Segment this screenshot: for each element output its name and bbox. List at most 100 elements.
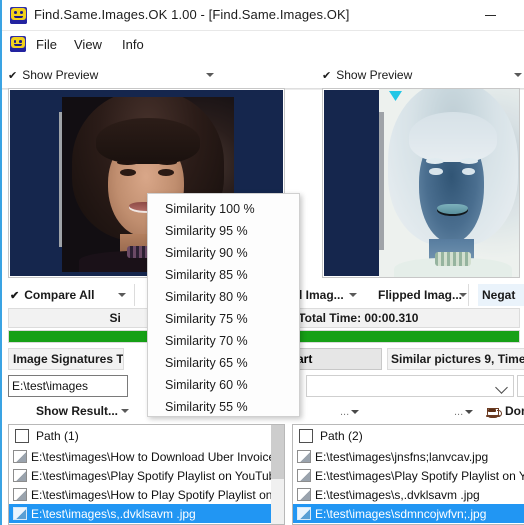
show-preview-right-button[interactable]: ✔ Show Preview xyxy=(322,64,522,86)
image-file-icon xyxy=(13,507,27,520)
similarity-menu-item[interactable]: Similarity 60 % xyxy=(148,374,299,396)
list-item[interactable]: E:\test\images\s,.dvklsavm .jpg xyxy=(9,504,284,523)
minimize-button[interactable] xyxy=(468,0,513,30)
chevron-down-icon[interactable] xyxy=(459,293,467,297)
chevron-down-icon[interactable] xyxy=(465,410,474,414)
similarity-menu-item[interactable]: Similarity 55 % xyxy=(148,396,299,418)
menu-item-file[interactable]: File xyxy=(29,35,64,54)
chevron-down-icon[interactable] xyxy=(349,293,357,297)
chevron-down-icon[interactable] xyxy=(206,73,214,77)
list-item-label: E:\test\images\Play Spotify Playlist on … xyxy=(31,468,284,483)
chevron-down-icon[interactable] xyxy=(118,293,126,297)
list-item[interactable]: E:\test\images\s,.dvklsavm .jpg xyxy=(293,485,524,504)
toolbar-divider xyxy=(134,284,135,306)
list-item-label: E:\test\images\sdmncojwfvn;.jpg xyxy=(315,506,487,521)
list-item[interactable]: E:\test\images\sdmncojwfvn;.jpg xyxy=(293,504,524,523)
preview-right-strip xyxy=(379,112,384,251)
image-file-icon xyxy=(297,469,311,482)
show-preview-left-button[interactable]: ✔ Show Preview xyxy=(8,64,214,86)
file-list-left[interactable]: Path (1) E:\test\images\How to Download … xyxy=(8,424,285,525)
similarity-menu-item[interactable]: Similarity 75 % xyxy=(148,308,299,330)
compare-all-button[interactable]: ✔ Compare All xyxy=(6,284,132,306)
show-result-label: Show Result... xyxy=(36,404,119,418)
similarity-menu-item[interactable]: Similarity 80 % xyxy=(148,286,299,308)
list-item-label: E:\test\images\How to Download Uber Invo… xyxy=(31,449,284,464)
checkmark-icon: ✔ xyxy=(322,69,332,82)
image-file-icon xyxy=(297,507,311,520)
donate-label: Dona xyxy=(505,404,524,418)
file-list-left-header[interactable]: Path (1) xyxy=(9,425,284,447)
dots-a-label: ... xyxy=(340,406,350,418)
chevron-down-icon[interactable] xyxy=(351,410,360,414)
scrollbar-thumb[interactable] xyxy=(271,425,284,479)
start-button[interactable]: art xyxy=(290,348,382,370)
file-list-right[interactable]: Path (2) E:\test\images\jnsfns;lanvcav.j… xyxy=(292,424,524,525)
similarity-menu-item[interactable]: Similarity 90 % xyxy=(148,242,299,264)
similarity-menu-item[interactable]: Similarity 70 % xyxy=(148,330,299,352)
title-bar: Find.Same.Images.OK 1.00 - [Find.Same.Im… xyxy=(2,0,524,31)
list-item-label: E:\test\images\How to Play Spotify Playl… xyxy=(31,487,284,502)
menu-bar: File View Info xyxy=(2,31,524,90)
image-file-icon xyxy=(13,469,27,482)
similarity-dropdown-menu[interactable]: Similarity 100 % Similarity 95 % Similarit… xyxy=(147,193,300,417)
minimize-icon xyxy=(485,14,496,16)
chevron-down-icon xyxy=(495,381,508,394)
file-list-right-header-label: Path (2) xyxy=(320,429,363,443)
menu-item-view[interactable]: View xyxy=(67,35,109,54)
rotated-images-label: d Imag... xyxy=(295,288,344,302)
similarity-menu-item[interactable]: Similarity 65 % xyxy=(148,352,299,374)
checkbox-icon[interactable] xyxy=(299,429,313,443)
result-combo-box[interactable] xyxy=(306,375,514,397)
negative-images-label: Negat xyxy=(482,288,516,302)
similarity-menu-item[interactable]: Similarity 95 % xyxy=(148,220,299,242)
status-text-left: Si xyxy=(109,311,121,325)
file-list-left-header-label: Path (1) xyxy=(36,429,79,443)
similarity-menu-item[interactable]: Similarity 100 % xyxy=(148,198,299,220)
chevron-down-icon[interactable] xyxy=(514,73,522,77)
list-item[interactable]: E:\test\images\jnsfns;lanvcav.jpg xyxy=(293,447,524,466)
list-item[interactable]: E:\test\images\How to Download Uber Invo… xyxy=(9,447,284,466)
checkmark-icon: ✔ xyxy=(8,69,18,82)
image-file-icon xyxy=(297,488,311,501)
window-title: Find.Same.Images.OK 1.00 - [Find.Same.Im… xyxy=(34,7,350,22)
checkbox-icon[interactable] xyxy=(15,429,29,443)
app-icon xyxy=(10,7,27,24)
checkmark-icon: ✔ xyxy=(10,289,20,302)
rotated-images-button[interactable]: d Imag... xyxy=(291,284,363,306)
options-dots-b[interactable]: ... xyxy=(454,406,474,418)
list-item[interactable]: E:\test\images\How to Play Spotify Playl… xyxy=(9,485,284,504)
list-item-label: E:\test\images\Play Spotify Playlist on … xyxy=(315,468,524,483)
menu-app-icon xyxy=(10,36,26,52)
combo-extra-button[interactable] xyxy=(517,375,524,397)
image-file-icon xyxy=(13,488,27,501)
maximize-button[interactable] xyxy=(513,0,524,30)
show-preview-left-label: Show Preview xyxy=(22,68,99,82)
list-item-label: E:\test\images\s,.dvklsavm .jpg xyxy=(31,506,196,521)
options-dots-a[interactable]: ... xyxy=(340,406,360,418)
image-signatures-total-label: Image Signatures Tot xyxy=(8,348,124,370)
list-item-label: E:\test\images\s,.dvklsavm .jpg xyxy=(315,487,480,502)
image-file-icon xyxy=(297,450,311,463)
application-window: Find.Same.Images.OK 1.00 - [Find.Same.Im… xyxy=(0,0,524,525)
dots-b-label: ... xyxy=(454,406,464,418)
show-result-button[interactable]: Show Result... xyxy=(30,401,135,421)
file-list-left-scrollbar[interactable] xyxy=(271,425,284,524)
coffee-cup-icon xyxy=(486,405,502,418)
compare-all-label: Compare All xyxy=(24,288,95,302)
preview-image-right xyxy=(379,89,519,277)
negative-images-button[interactable]: Negat xyxy=(478,284,524,306)
flipped-images-button[interactable]: Flipped Imag... xyxy=(374,284,472,306)
list-item-label: E:\test\images\jnsfns;lanvcav.jpg xyxy=(315,449,489,464)
list-item[interactable]: E:\test\images\Play Spotify Playlist on … xyxy=(293,466,524,485)
donate-button[interactable]: Dona xyxy=(480,401,524,421)
similarity-menu-item[interactable]: Similarity 85 % xyxy=(148,264,299,286)
show-preview-right-label: Show Preview xyxy=(336,68,413,82)
menu-item-info[interactable]: Info xyxy=(115,35,151,54)
chevron-down-icon[interactable] xyxy=(121,409,130,413)
image-file-icon xyxy=(13,450,27,463)
path-input[interactable] xyxy=(8,375,128,397)
preview-pane-right[interactable] xyxy=(322,88,520,278)
similar-pictures-status: Similar pictures 9, Time 0.0 xyxy=(387,348,524,370)
list-item[interactable]: E:\test\images\Play Spotify Playlist on … xyxy=(9,466,284,485)
file-list-right-header[interactable]: Path (2) xyxy=(293,425,524,447)
